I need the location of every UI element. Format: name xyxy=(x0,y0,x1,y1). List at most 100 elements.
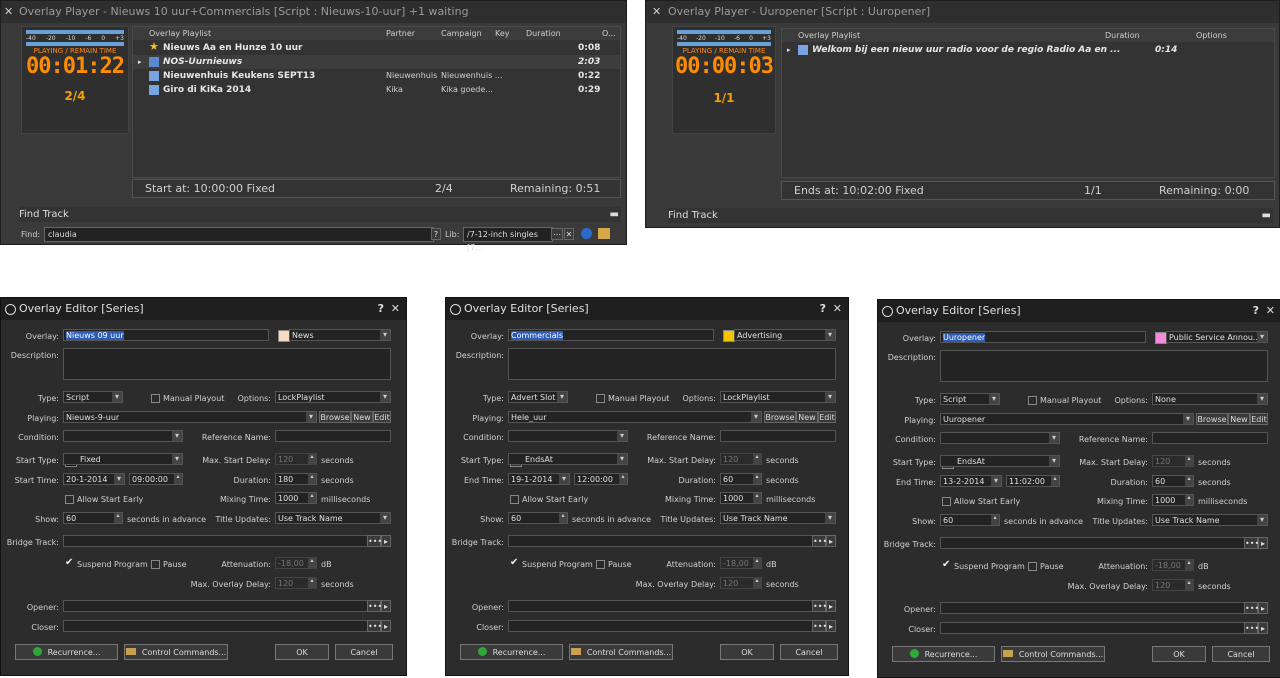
duration-input[interactable]: 60 xyxy=(1152,475,1194,487)
date-picker[interactable]: 13-2-2014 xyxy=(940,475,1002,487)
start-type-select[interactable]: Fixed xyxy=(63,453,183,465)
suspend-program-checkmark-icon[interactable]: ✔ xyxy=(510,557,518,568)
opener-input[interactable] xyxy=(63,600,391,612)
condition-select[interactable] xyxy=(63,430,183,442)
recurrence-button[interactable]: Recurrence... xyxy=(15,644,118,660)
playing-select[interactable]: Nieuws-9-uur xyxy=(63,411,317,423)
max-start-delay-input[interactable]: 120 xyxy=(720,453,762,465)
playlist-row[interactable]: Nieuwenhuis Keukens SEPT13 Nieuwenhuis N… xyxy=(133,69,620,83)
close-icon[interactable]: ✕ xyxy=(833,298,842,320)
closer-browse-icon[interactable]: ••• xyxy=(367,620,382,632)
mixing-time-input[interactable]: 1000 xyxy=(720,492,762,504)
max-overlay-delay-input[interactable]: 120 xyxy=(1152,579,1194,591)
opener-input[interactable] xyxy=(508,600,836,612)
reference-name-input[interactable] xyxy=(1152,432,1268,444)
time-input[interactable]: 09:00:00 xyxy=(129,473,183,485)
reference-name-input[interactable] xyxy=(720,430,836,442)
new-button[interactable]: New xyxy=(796,411,818,423)
playing-select[interactable]: Hele_uur xyxy=(508,411,762,423)
close-icon[interactable]: ✕ xyxy=(652,1,661,23)
closer-arrow-icon[interactable]: ▸ xyxy=(1258,622,1268,634)
playing-select[interactable]: Uuropener xyxy=(940,413,1194,425)
title-updates-select[interactable]: Use Track Name xyxy=(1152,514,1268,526)
recurrence-button[interactable]: Recurrence... xyxy=(460,644,563,660)
opener-arrow-icon[interactable]: ▸ xyxy=(381,600,391,612)
browse-icon[interactable]: ⋯ xyxy=(551,228,563,240)
browse-button[interactable]: Browse xyxy=(1196,413,1228,425)
bridge-track-input[interactable] xyxy=(508,535,836,547)
title-updates-select[interactable]: Use Track Name xyxy=(275,512,391,524)
control-commands-button[interactable]: Control Commands... xyxy=(569,644,673,660)
control-commands-button[interactable]: Control Commands... xyxy=(1001,646,1105,662)
options-select[interactable]: LockPlaylist xyxy=(275,391,391,403)
manual-playout-checkbox[interactable] xyxy=(1028,396,1037,405)
allow-start-early-checkbox[interactable] xyxy=(942,497,951,506)
minimize-icon[interactable]: ▬ xyxy=(610,207,619,222)
closer-input[interactable] xyxy=(508,620,836,632)
options-select[interactable]: LockPlaylist xyxy=(720,391,836,403)
pause-checkbox[interactable] xyxy=(1028,562,1037,571)
minimize-icon[interactable]: ▬ xyxy=(1262,208,1271,223)
time-input[interactable]: 11:02:00 xyxy=(1006,475,1060,487)
close-icon[interactable]: ✕ xyxy=(391,298,400,320)
duration-input[interactable]: 180 xyxy=(275,473,317,485)
reference-name-input[interactable] xyxy=(275,430,391,442)
ok-button[interactable]: OK xyxy=(1152,646,1206,662)
playlist-row[interactable]: ▸ Welkom bij een nieuw uur radio voor de… xyxy=(782,43,1274,57)
browse-button[interactable]: Browse xyxy=(319,411,351,423)
overlay-name-input[interactable]: Nieuws 09 uur xyxy=(63,329,269,341)
attenuation-input[interactable]: -18,00 xyxy=(1152,559,1194,571)
edit-button[interactable]: Edit xyxy=(373,411,391,423)
suspend-program-checkmark-icon[interactable]: ✔ xyxy=(65,557,73,568)
suspend-program-checkmark-icon[interactable]: ✔ xyxy=(942,559,950,570)
title-updates-select[interactable]: Use Track Name xyxy=(720,512,836,524)
find-input[interactable]: claudia xyxy=(44,227,434,242)
control-commands-button[interactable]: Control Commands... xyxy=(124,644,228,660)
opener-arrow-icon[interactable]: ▸ xyxy=(1258,602,1268,614)
search-icon[interactable] xyxy=(581,228,592,239)
type-select[interactable]: Script xyxy=(63,391,123,403)
ok-button[interactable]: OK xyxy=(720,644,774,660)
description-textarea[interactable] xyxy=(63,348,391,380)
duration-input[interactable]: 60 xyxy=(720,473,762,485)
clear-icon[interactable]: ✕ xyxy=(564,228,574,240)
opener-browse-icon[interactable]: ••• xyxy=(1244,602,1259,614)
browse-button[interactable]: Browse xyxy=(764,411,796,423)
pause-checkbox[interactable] xyxy=(151,560,160,569)
pause-checkbox[interactable] xyxy=(596,560,605,569)
closer-input[interactable] xyxy=(940,622,1268,634)
closer-arrow-icon[interactable]: ▸ xyxy=(826,620,836,632)
overlay-name-input[interactable]: Commercials xyxy=(508,329,714,341)
mixing-time-input[interactable]: 1000 xyxy=(275,492,317,504)
cancel-button[interactable]: Cancel xyxy=(1212,646,1270,662)
playlist-row[interactable]: ▸ NOS-Uurnieuws 2:03 xyxy=(133,55,620,69)
opener-arrow-icon[interactable]: ▸ xyxy=(826,600,836,612)
max-overlay-delay-input[interactable]: 120 xyxy=(275,577,317,589)
description-textarea[interactable] xyxy=(940,350,1268,382)
closer-input[interactable] xyxy=(63,620,391,632)
show-input[interactable]: 60 xyxy=(508,512,568,524)
opener-browse-icon[interactable]: ••• xyxy=(367,600,382,612)
manual-playout-checkbox[interactable] xyxy=(151,394,160,403)
calendar-icon[interactable] xyxy=(598,228,610,239)
library-select[interactable]: /7-12-inch singles [7... xyxy=(463,227,553,252)
playlist-row[interactable]: Giro di KiKa 2014 Kika Kika goede... 0:2… xyxy=(133,83,620,97)
opener-input[interactable] xyxy=(940,602,1268,614)
edit-button[interactable]: Edit xyxy=(818,411,836,423)
close-icon[interactable]: ✕ xyxy=(1266,300,1275,322)
start-type-select[interactable]: EndsAt xyxy=(940,455,1060,467)
overlay-name-input[interactable]: Uuropener xyxy=(940,331,1146,343)
closer-arrow-icon[interactable]: ▸ xyxy=(381,620,391,632)
max-start-delay-input[interactable]: 120 xyxy=(1152,455,1194,467)
recurrence-button[interactable]: Recurrence... xyxy=(892,646,995,662)
description-textarea[interactable] xyxy=(508,348,836,380)
closer-browse-icon[interactable]: ••• xyxy=(1244,622,1259,634)
category-select[interactable]: Advertising xyxy=(734,329,836,341)
start-type-select[interactable]: EndsAt xyxy=(508,453,628,465)
show-input[interactable]: 60 xyxy=(63,512,123,524)
category-select[interactable]: News xyxy=(289,329,391,341)
edit-button[interactable]: Edit xyxy=(1250,413,1268,425)
bridge-arrow-icon[interactable]: ▸ xyxy=(381,535,391,547)
bridge-arrow-icon[interactable]: ▸ xyxy=(826,535,836,547)
options-select[interactable]: None xyxy=(1152,393,1268,405)
